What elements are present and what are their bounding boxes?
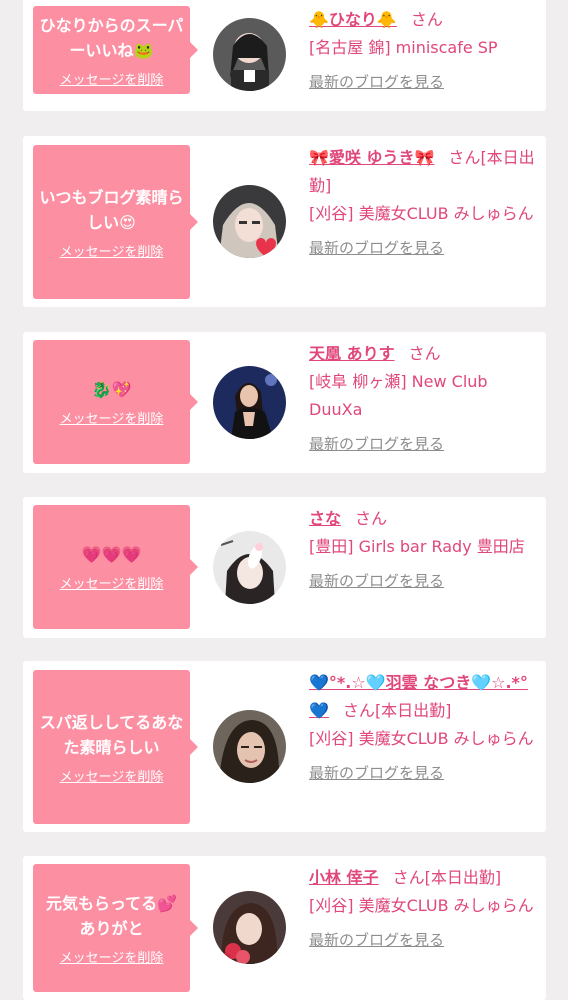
- cast-name-link[interactable]: 天凰 ありす: [309, 344, 395, 363]
- message-bubble: 元気もらってる💕ありがと メッセージを削除: [33, 864, 198, 992]
- avatar[interactable]: [213, 366, 286, 439]
- message-card: ひなりからのスーパーいいね🐸 メッセージを削除 🐥ひなり🐥 さん [名古屋 錦] …: [23, 0, 546, 111]
- message-bubble: いつもブログ素晴らしい😍 メッセージを削除: [33, 145, 198, 299]
- cast-info: さな さん [豊田] Girls bar Rady 豊田店 最新のブログを見る: [309, 505, 536, 595]
- shop-name: [刈谷] 美魔女CLUB みしゅらん: [309, 729, 534, 748]
- delete-message-link[interactable]: メッセージを削除: [60, 573, 164, 592]
- cast-info: 小林 倖子 さん[本日出勤] [刈谷] 美魔女CLUB みしゅらん 最新のブログを…: [309, 864, 536, 954]
- cast-info: 💙°*.☆🩵羽雲 なつき🩵☆.*°💙 さん[本日出勤] [刈谷] 美魔女CLUB …: [309, 669, 536, 787]
- message-text: ひなりからのスーパーいいね🐸: [39, 15, 184, 60]
- avatar[interactable]: [213, 891, 286, 964]
- message-bubble: 💗💗💗 メッセージを削除: [33, 505, 198, 629]
- honorific: さん: [448, 148, 481, 167]
- avatar[interactable]: [213, 18, 286, 91]
- status: [本日出勤]: [424, 868, 502, 887]
- shop-name: [名古屋 錦] miniscafe SP: [309, 38, 498, 57]
- message-card: 💗💗💗 メッセージを削除 さな さん [豊田] Girls bar Rady 豊田…: [23, 497, 546, 638]
- message-card: 🐉💖 メッセージを削除 天凰 ありす さん [岐阜 柳ヶ瀬] New Club D…: [23, 332, 546, 473]
- message-text: いつもブログ素晴らしい😍: [39, 187, 184, 232]
- message-card: いつもブログ素晴らしい😍 メッセージを削除 🎀愛咲 ゆうき🎀 さん[本日出勤] […: [23, 136, 546, 307]
- latest-blog-link[interactable]: 最新のブログを見る: [309, 759, 444, 787]
- cast-info: 🐥ひなり🐥 さん [名古屋 錦] miniscafe SP 最新のブログを見る: [309, 6, 536, 96]
- shop-name: [刈谷] 美魔女CLUB みしゅらん: [309, 896, 534, 915]
- message-bubble: ひなりからのスーパーいいね🐸 メッセージを削除: [33, 6, 198, 94]
- latest-blog-link[interactable]: 最新のブログを見る: [309, 926, 444, 954]
- shop-name: [岐阜 柳ヶ瀬] New Club DuuXa: [309, 372, 488, 419]
- message-text: 🐉💖: [91, 380, 132, 399]
- delete-message-link[interactable]: メッセージを削除: [60, 408, 164, 427]
- avatar[interactable]: [213, 710, 286, 783]
- avatar[interactable]: [213, 185, 286, 258]
- message-card: 元気もらってる💕ありがと メッセージを削除 小林 倖子 さん[本日出勤] [刈谷]…: [23, 856, 546, 1000]
- delete-message-link[interactable]: メッセージを削除: [60, 241, 164, 260]
- latest-blog-link[interactable]: 最新のブログを見る: [309, 234, 444, 262]
- message-text: スパ返ししてるあなた素晴らしい: [39, 712, 184, 757]
- message-bubble: スパ返ししてるあなた素晴らしい メッセージを削除: [33, 670, 198, 824]
- honorific: さん: [392, 868, 425, 887]
- shop-name: [刈谷] 美魔女CLUB みしゅらん: [309, 204, 534, 223]
- honorific: さん: [410, 10, 443, 29]
- honorific: さん: [342, 701, 375, 720]
- message-bubble: 🐉💖 メッセージを削除: [33, 340, 198, 464]
- delete-message-link[interactable]: メッセージを削除: [60, 766, 164, 785]
- delete-message-link[interactable]: メッセージを削除: [60, 947, 164, 966]
- message-text: 💗💗💗: [81, 545, 142, 564]
- latest-blog-link[interactable]: 最新のブログを見る: [309, 68, 444, 96]
- cast-name-link[interactable]: 🎀愛咲 ゆうき🎀: [309, 148, 434, 167]
- latest-blog-link[interactable]: 最新のブログを見る: [309, 567, 444, 595]
- latest-blog-link[interactable]: 最新のブログを見る: [309, 430, 444, 458]
- delete-message-link[interactable]: メッセージを削除: [60, 69, 164, 88]
- cast-info: 天凰 ありす さん [岐阜 柳ヶ瀬] New Club DuuXa 最新のブログを…: [309, 340, 536, 458]
- cast-name-link[interactable]: 🐥ひなり🐥: [309, 10, 397, 29]
- honorific: さん: [355, 509, 388, 528]
- cast-info: 🎀愛咲 ゆうき🎀 さん[本日出勤] [刈谷] 美魔女CLUB みしゅらん 最新のブ…: [309, 144, 536, 262]
- cast-name-link[interactable]: 小林 倖子: [309, 868, 379, 887]
- honorific: さん: [408, 344, 441, 363]
- message-text: 元気もらってる💕ありがと: [45, 893, 178, 938]
- avatar[interactable]: [213, 531, 286, 604]
- status: [本日出勤]: [374, 701, 452, 720]
- shop-name: [豊田] Girls bar Rady 豊田店: [309, 537, 525, 556]
- message-card: スパ返ししてるあなた素晴らしい メッセージを削除 💙°*.☆🩵羽雲 なつき🩵☆.…: [23, 661, 546, 832]
- cast-name-link[interactable]: さな: [309, 509, 341, 528]
